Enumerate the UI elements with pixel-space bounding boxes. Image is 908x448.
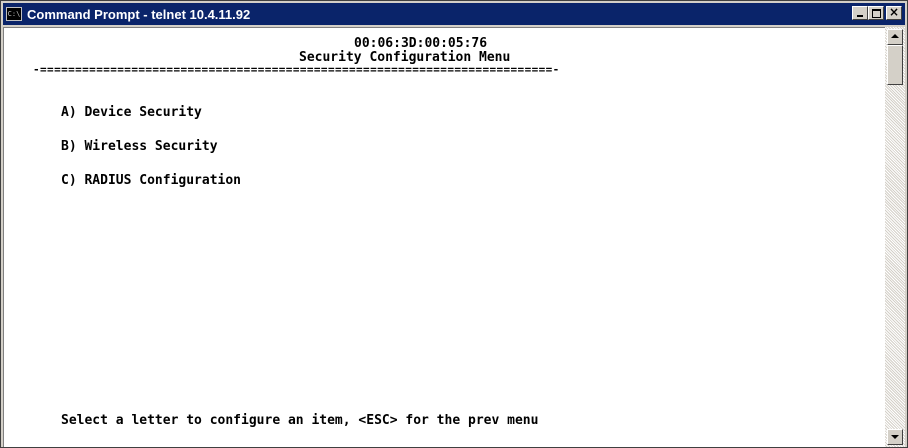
minimize-icon	[857, 15, 863, 17]
menu-item-device-security: A) Device Security	[61, 105, 202, 120]
window-title: Command Prompt - telnet 10.4.11.92	[27, 6, 251, 22]
console-output[interactable]: 00:06:3D:00:05:76 Security Configuration…	[3, 27, 885, 447]
minimize-button[interactable]	[852, 6, 868, 20]
console-icon[interactable]: C:\	[6, 7, 22, 21]
arrow-down-icon	[891, 435, 899, 439]
prompt-text: Select a letter to configure an item, <E…	[61, 413, 539, 428]
vertical-scrollbar[interactable]	[885, 27, 905, 447]
maximize-icon	[872, 9, 881, 18]
close-button[interactable]: ×	[886, 5, 902, 20]
close-icon: ×	[888, 5, 900, 19]
scroll-thumb[interactable]	[887, 45, 903, 85]
scroll-up-button[interactable]	[887, 29, 903, 45]
window-controls: ×	[852, 5, 902, 20]
scroll-down-button[interactable]	[887, 429, 903, 445]
separator-line: -=======================================…	[33, 63, 560, 76]
command-prompt-window: C:\ Command Prompt - telnet 10.4.11.92 ×…	[0, 0, 908, 448]
maximize-button[interactable]	[868, 6, 884, 20]
menu-item-radius-configuration: C) RADIUS Configuration	[61, 173, 242, 188]
arrow-up-icon	[891, 34, 899, 38]
mac-address: 00:06:3D:00:05:76	[354, 36, 488, 51]
menu-item-wireless-security: B) Wireless Security	[61, 139, 218, 154]
title-bar[interactable]: C:\ Command Prompt - telnet 10.4.11.92 ×	[3, 3, 905, 25]
